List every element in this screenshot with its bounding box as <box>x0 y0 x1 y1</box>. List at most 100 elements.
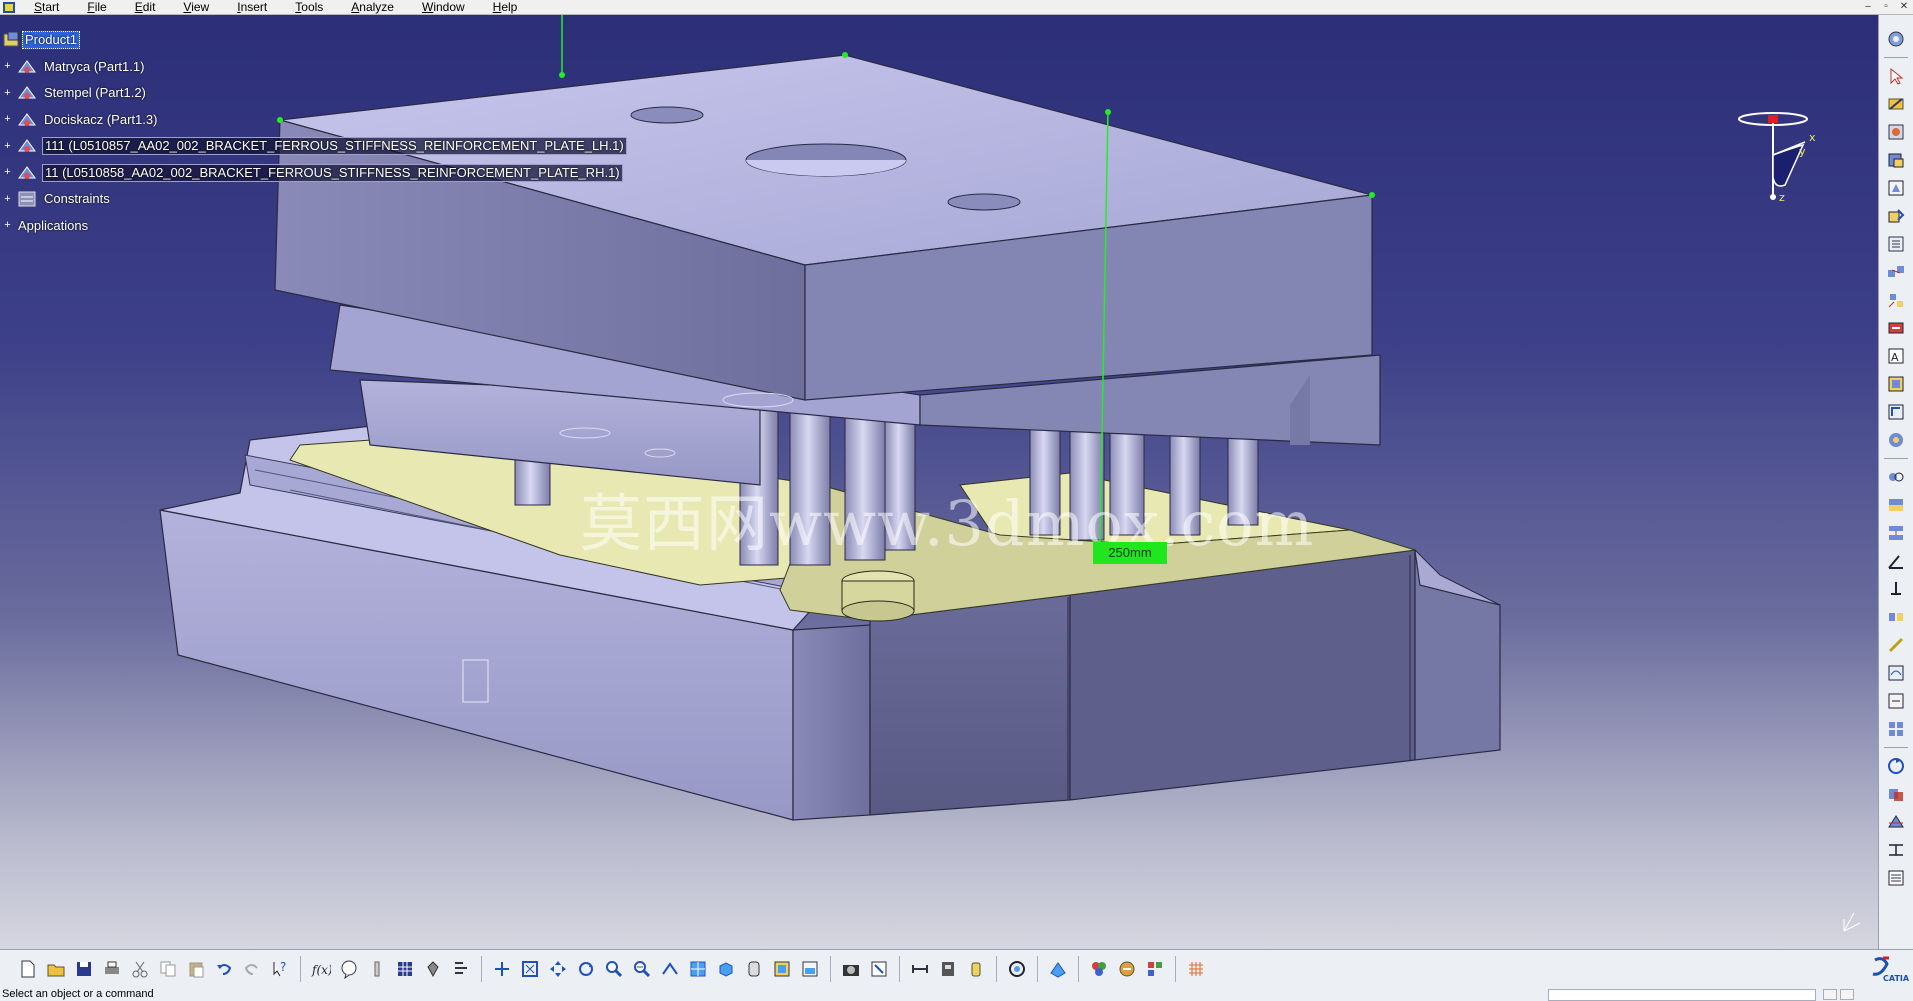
copy-icon[interactable] <box>155 956 181 982</box>
offset-constraint-icon[interactable] <box>1884 521 1908 545</box>
stop-manipulate-icon[interactable] <box>1884 316 1908 340</box>
tree-item-label[interactable]: 11 (L0510858_AA02_002_BRACKET_FERROUS_ST… <box>42 163 623 182</box>
measure-item-icon[interactable] <box>935 956 961 982</box>
bill-of-material-icon[interactable] <box>1884 866 1908 890</box>
undo-icon[interactable] <box>211 956 237 982</box>
rotate-view-icon[interactable] <box>1884 27 1908 51</box>
open-icon[interactable] <box>43 956 69 982</box>
inertia-icon[interactable] <box>963 956 989 982</box>
fly-mode-icon[interactable] <box>489 956 515 982</box>
replace-component-icon[interactable] <box>1884 204 1908 228</box>
menu-edit[interactable]: Edit <box>121 0 170 14</box>
quick-constraint-icon[interactable] <box>1884 633 1908 657</box>
normal-view-icon[interactable] <box>657 956 683 982</box>
print-icon[interactable] <box>99 956 125 982</box>
expand-icon[interactable]: + <box>2 220 13 231</box>
catalog-icon[interactable] <box>1884 120 1908 144</box>
tree-item-label[interactable]: Stempel (Part1.2) <box>42 85 148 101</box>
angle-constraint-icon[interactable] <box>1884 549 1908 573</box>
tree-item-label[interactable]: Dociskacz (Part1.3) <box>42 112 159 128</box>
apply-material-icon[interactable] <box>1114 956 1140 982</box>
3d-viewport[interactable]: 莫西网www.3dmox.com 250mm Product1 + Matryc… <box>0 15 1878 949</box>
status-button[interactable] <box>1823 989 1837 1000</box>
measure-icon[interactable] <box>1884 838 1908 862</box>
minimize-icon[interactable]: – <box>1859 0 1877 14</box>
knowledge-advisor-icon[interactable] <box>420 956 446 982</box>
swap-space-icon[interactable] <box>769 956 795 982</box>
publication-icon[interactable] <box>1045 956 1071 982</box>
rotate-icon[interactable] <box>573 956 599 982</box>
new-part-icon[interactable] <box>1884 176 1908 200</box>
catia-app-icon[interactable] <box>2 1 16 14</box>
multi-instantiation-icon[interactable] <box>1884 260 1908 284</box>
expand-icon[interactable]: + <box>2 193 13 205</box>
tree-root-label[interactable]: Product1 <box>22 31 81 50</box>
render-style-icon[interactable] <box>797 956 823 982</box>
fix-constraint-icon[interactable] <box>1884 577 1908 601</box>
capture-icon[interactable] <box>838 956 864 982</box>
scene-icon[interactable] <box>1884 428 1908 452</box>
menu-tools[interactable]: Tools <box>281 0 337 14</box>
dimension-label[interactable]: 250mm <box>1093 542 1167 564</box>
parameter-icon[interactable] <box>364 956 390 982</box>
expand-icon[interactable]: + <box>2 87 13 99</box>
menu-file[interactable]: File <box>73 0 120 14</box>
multi-view-icon[interactable] <box>685 956 711 982</box>
existing-component-icon[interactable] <box>1884 148 1908 172</box>
close-icon[interactable]: ✕ <box>1895 0 1913 14</box>
reuse-pattern-icon[interactable] <box>1884 717 1908 741</box>
menu-insert[interactable]: Insert <box>223 0 281 14</box>
menu-window[interactable]: Window <box>408 0 479 14</box>
tree-item-label[interactable]: Matryca (Part1.1) <box>42 59 146 75</box>
whats-this-icon[interactable]: ? <box>267 956 293 982</box>
expand-icon[interactable]: + <box>2 61 13 72</box>
restore-icon[interactable]: ▫ <box>1877 0 1895 14</box>
menu-analyze[interactable]: Analyze <box>337 0 408 14</box>
zoom-out-icon[interactable] <box>629 956 655 982</box>
expand-icon[interactable]: + <box>2 114 13 125</box>
explode-icon[interactable] <box>1884 288 1908 312</box>
distance-icon[interactable] <box>907 956 933 982</box>
iso-view-icon[interactable] <box>713 956 739 982</box>
update-icon[interactable] <box>1884 754 1908 778</box>
clash-icon[interactable] <box>1884 782 1908 806</box>
paste-icon[interactable] <box>183 956 209 982</box>
reorder-icon[interactable] <box>1884 232 1908 256</box>
save-icon[interactable] <box>71 956 97 982</box>
formula-icon[interactable]: f(x) <box>308 956 334 982</box>
fit-all-icon[interactable] <box>517 956 543 982</box>
manipulate-icon[interactable] <box>1884 92 1908 116</box>
new-icon[interactable] <box>15 956 41 982</box>
grid-icon[interactable] <box>1183 956 1209 982</box>
contact-constraint-icon[interactable] <box>1884 493 1908 517</box>
tree-item-label[interactable]: Applications <box>16 218 90 234</box>
change-constraint-icon[interactable] <box>1884 689 1908 713</box>
pan-icon[interactable] <box>545 956 571 982</box>
expand-icon[interactable]: + <box>2 167 13 178</box>
catalog-browser-icon[interactable] <box>866 956 892 982</box>
tree-item-label[interactable]: Constraints <box>42 191 112 207</box>
smart-move-icon[interactable] <box>1884 372 1908 396</box>
law-icon[interactable] <box>448 956 474 982</box>
material-icon[interactable] <box>1086 956 1112 982</box>
snap-icon[interactable]: A <box>1884 344 1908 368</box>
redo-icon[interactable] <box>239 956 265 982</box>
fix-component-icon[interactable] <box>1884 400 1908 424</box>
zoom-in-icon[interactable] <box>601 956 627 982</box>
sectioning-icon[interactable] <box>1884 810 1908 834</box>
knowledge-icon[interactable] <box>336 956 362 982</box>
coincidence-constraint-icon[interactable] <box>1884 465 1908 489</box>
menu-start[interactable]: Start <box>20 0 73 14</box>
fix-together-icon[interactable] <box>1884 605 1908 629</box>
expand-icon[interactable]: + <box>2 140 13 152</box>
flexible-icon[interactable] <box>1884 661 1908 685</box>
status-button[interactable] <box>1840 989 1854 1000</box>
menu-help[interactable]: Help <box>479 0 532 14</box>
command-input[interactable] <box>1548 989 1816 1001</box>
menu-view[interactable]: View <box>169 0 223 14</box>
design-table-icon[interactable] <box>392 956 418 982</box>
analysis-icon[interactable] <box>1142 956 1168 982</box>
hide-show-icon[interactable] <box>741 956 767 982</box>
update-all-icon[interactable] <box>1004 956 1030 982</box>
cut-icon[interactable] <box>127 956 153 982</box>
